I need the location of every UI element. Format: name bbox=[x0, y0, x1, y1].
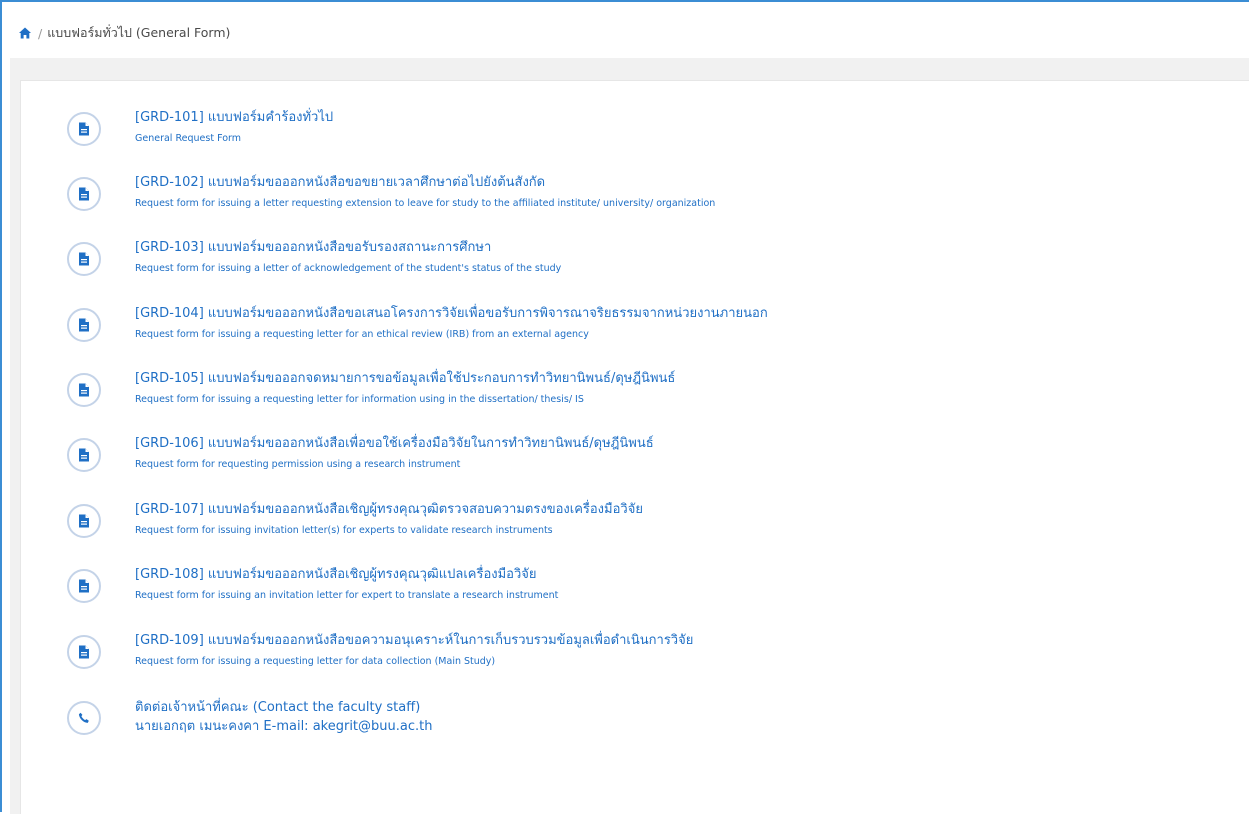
document-icon[interactable] bbox=[67, 308, 101, 342]
document-icon[interactable] bbox=[67, 373, 101, 407]
breadcrumb-separator: / bbox=[38, 25, 43, 41]
form-subtitle: Request form for requesting permission u… bbox=[135, 459, 461, 470]
contact-detail: นายเอกฤต เมนะคงคา E-mail: akegrit@buu.ac… bbox=[135, 719, 433, 734]
page-frame: / แบบฟอร์มทั่วไป (General Form) [GRD-101… bbox=[0, 0, 1249, 814]
form-link-title[interactable]: [GRD-103] แบบฟอร์มขอออกหนังสือขอรับรองสถ… bbox=[135, 239, 561, 257]
contact-title: ติดต่อเจ้าหน้าที่คณะ (Contact the facult… bbox=[135, 700, 421, 715]
document-icon[interactable] bbox=[67, 438, 101, 472]
form-link-title[interactable]: [GRD-107] แบบฟอร์มขอออกหนังสือเชิญผู้ทรง… bbox=[135, 501, 643, 519]
phone-icon bbox=[67, 701, 101, 735]
form-link-title[interactable]: [GRD-108] แบบฟอร์มขอออกหนังสือเชิญผู้ทรง… bbox=[135, 566, 558, 584]
form-list-card: [GRD-101] แบบฟอร์มคำร้องทั่วไป General R… bbox=[20, 80, 1249, 814]
breadcrumb: / แบบฟอร์มทั่วไป (General Form) bbox=[18, 24, 230, 42]
form-subtitle: General Request Form bbox=[135, 133, 241, 144]
document-icon[interactable] bbox=[67, 569, 101, 603]
form-link-title[interactable]: [GRD-101] แบบฟอร์มคำร้องทั่วไป bbox=[135, 109, 333, 127]
form-subtitle: Request form for issuing a requesting le… bbox=[135, 394, 584, 405]
form-link-title[interactable]: [GRD-109] แบบฟอร์มขอออกหนังสือขอความอนุเ… bbox=[135, 632, 693, 650]
form-subtitle: Request form for issuing a requesting le… bbox=[135, 656, 496, 667]
form-link-title[interactable]: [GRD-102] แบบฟอร์มขอออกหนังสือขอขยายเวลา… bbox=[135, 174, 715, 192]
document-icon[interactable] bbox=[67, 242, 101, 276]
document-icon[interactable] bbox=[67, 112, 101, 146]
home-icon[interactable] bbox=[18, 26, 32, 40]
form-subtitle: Request form for issuing a requesting le… bbox=[135, 329, 589, 340]
form-subtitle: Request form for issuing an invitation l… bbox=[135, 590, 559, 601]
breadcrumb-current: แบบฟอร์มทั่วไป (General Form) bbox=[47, 25, 231, 40]
document-icon[interactable] bbox=[67, 177, 101, 211]
form-subtitle: Request form for issuing invitation lett… bbox=[135, 525, 553, 536]
form-link-title[interactable]: [GRD-106] แบบฟอร์มขอออกหนังสือเพื่อขอใช้… bbox=[135, 435, 654, 453]
form-subtitle: Request form for issuing a letter of ack… bbox=[135, 263, 562, 274]
form-link-title[interactable]: [GRD-104] แบบฟอร์มขอออกหนังสือขอเสนอโครง… bbox=[135, 305, 768, 323]
document-icon[interactable] bbox=[67, 635, 101, 669]
form-link-title[interactable]: [GRD-105] แบบฟอร์มขอออกจดหมายการขอข้อมูล… bbox=[135, 370, 675, 388]
form-subtitle: Request form for issuing a letter reques… bbox=[135, 198, 716, 209]
document-icon[interactable] bbox=[67, 504, 101, 538]
